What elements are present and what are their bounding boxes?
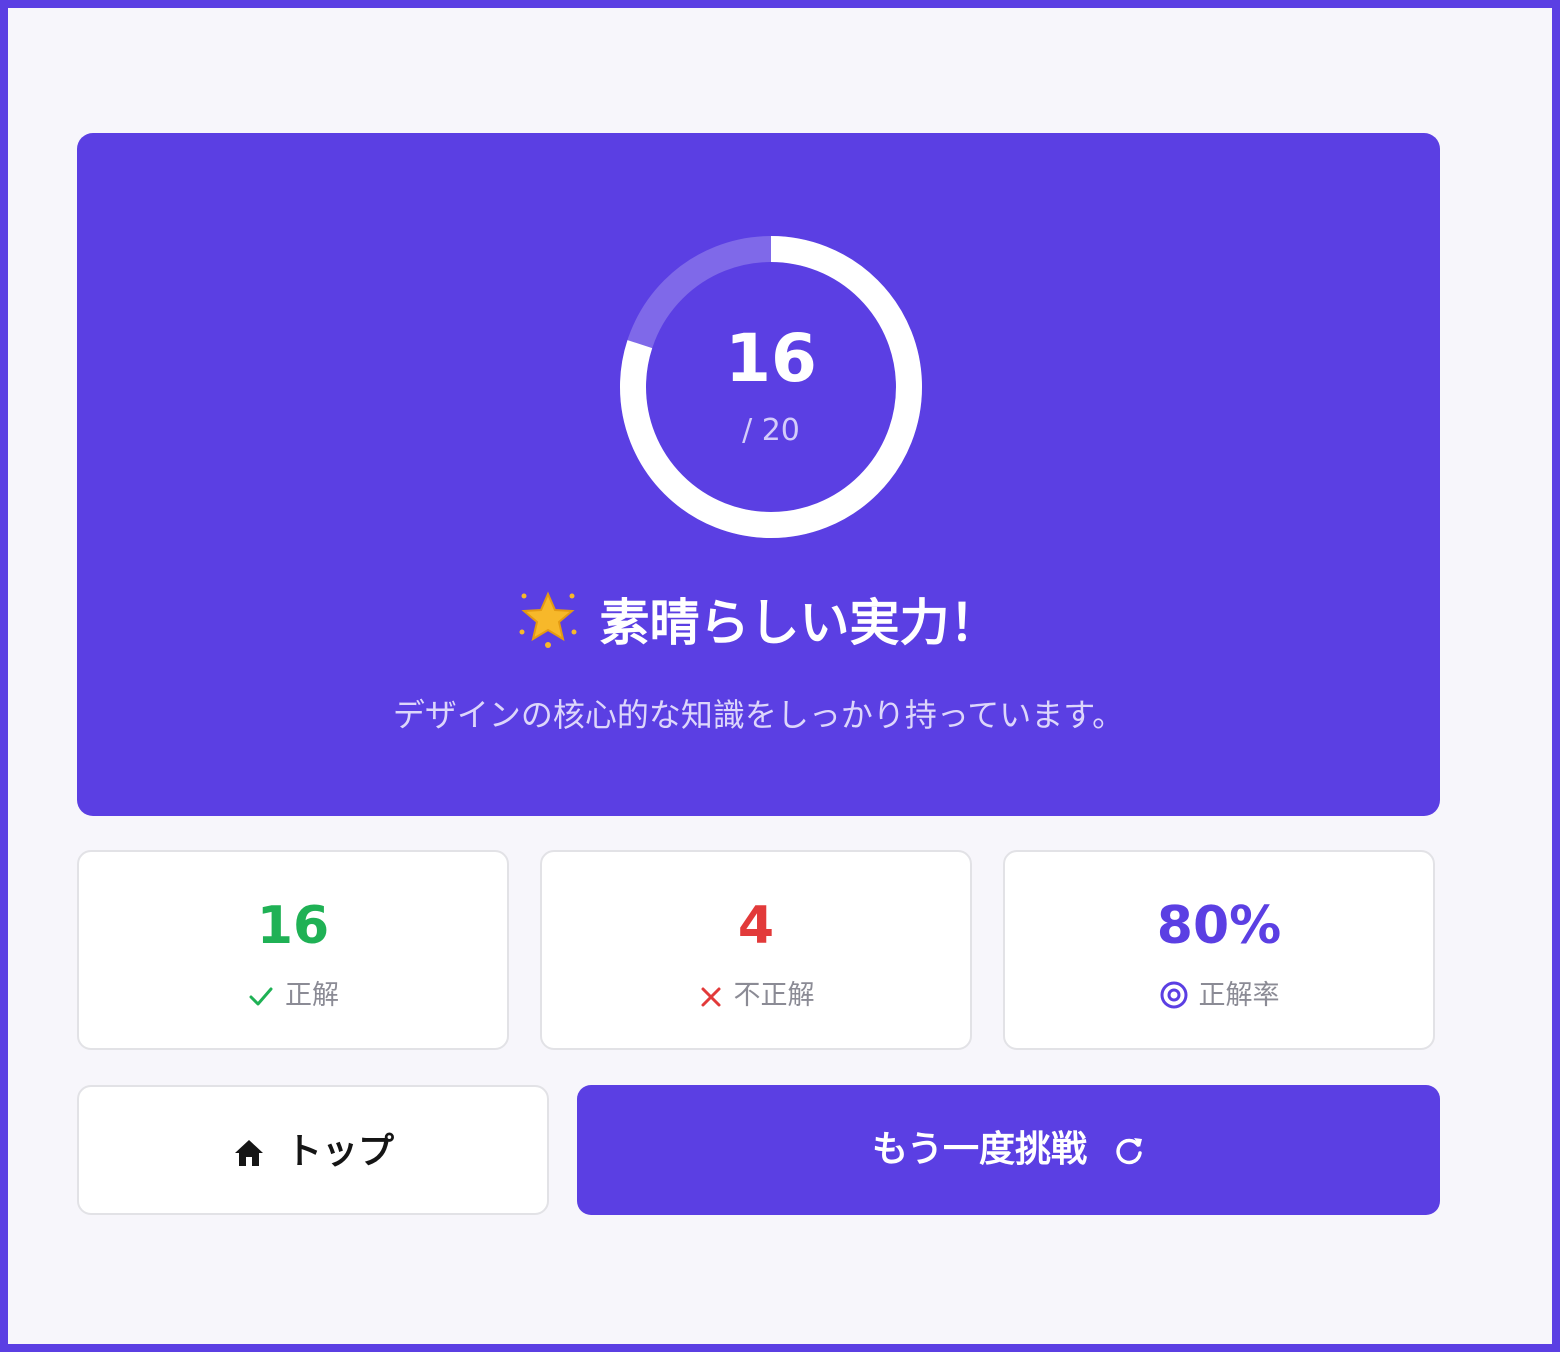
score-total: / 20	[742, 413, 800, 448]
stat-card-incorrect: 4 不正解	[540, 850, 972, 1050]
result-title-text: 素晴らしい実力！	[599, 594, 1000, 652]
cross-icon	[701, 987, 720, 1007]
stat-label-row-accuracy: 正解率	[1005, 978, 1433, 1014]
result-card: 16 / 20 素晴らしい実力！ デザインの核心的な知識をしっかり持っています。	[77, 133, 1440, 816]
top-button-label: トップ	[285, 1131, 394, 1172]
refresh-icon	[1116, 1138, 1142, 1165]
stat-label-incorrect: 不正解	[733, 980, 815, 1011]
score-value: 16	[725, 320, 817, 397]
stat-value-correct: 16	[256, 896, 330, 956]
home-icon	[234, 1140, 263, 1166]
glowing-star-icon	[519, 591, 576, 648]
stat-label-accuracy: 正解率	[1198, 980, 1280, 1011]
retry-button-label: もう一度挑戦	[872, 1129, 1087, 1170]
stat-label-row-incorrect: 不正解	[542, 978, 970, 1014]
result-title: 素晴らしい実力！	[77, 588, 1440, 658]
stat-value-accuracy: 80%	[1156, 896, 1282, 956]
target-icon	[1160, 981, 1187, 1009]
stat-label-correct: 正解	[285, 980, 339, 1011]
stat-value-incorrect: 4	[737, 896, 775, 956]
stat-card-accuracy: 80% 正解率	[1003, 850, 1435, 1050]
page-background: 16 / 20 素晴らしい実力！ デザインの核心的な知識をしっかり持っています。…	[8, 8, 1552, 1344]
check-icon	[249, 987, 273, 1006]
retry-button[interactable]: もう一度挑戦	[577, 1085, 1440, 1215]
result-message: デザインの核心的な知識をしっかり持っています。	[392, 696, 1125, 734]
stat-label-row-correct: 正解	[79, 978, 507, 1014]
stat-card-correct: 16 正解	[77, 850, 509, 1050]
top-button[interactable]: トップ	[77, 1085, 549, 1215]
